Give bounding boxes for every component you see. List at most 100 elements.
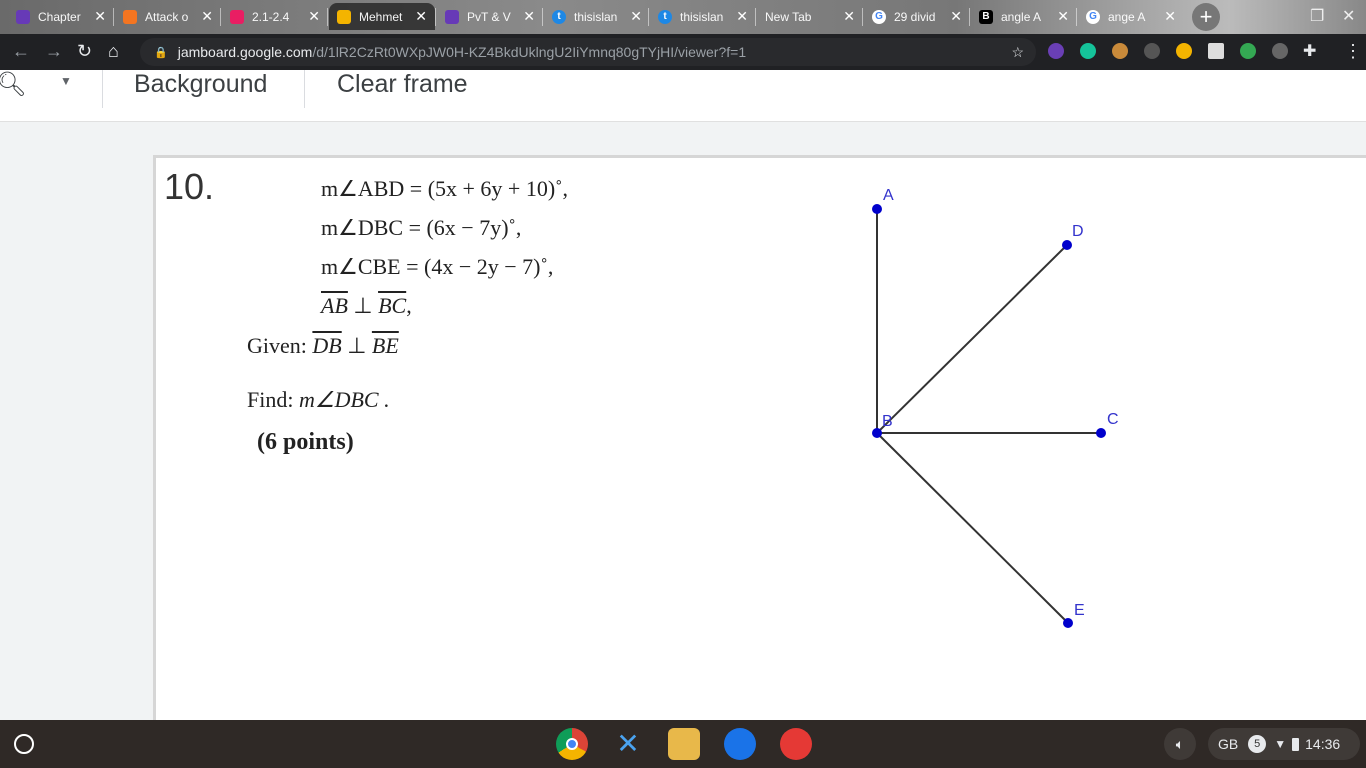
tab[interactable]: Gange A ✕ <box>1078 3 1184 30</box>
b-icon: B <box>979 9 993 24</box>
files-app-icon[interactable] <box>724 728 756 760</box>
google-icon: G <box>872 9 886 24</box>
tab[interactable]: Attack o ✕ <box>115 3 221 30</box>
extensions-puzzle-icon[interactable]: ✚ <box>1303 41 1316 61</box>
lock-icon: 🔒 <box>154 46 168 59</box>
tab[interactable]: G 29 divid ✕ <box>864 3 970 30</box>
tab-separator <box>542 8 543 26</box>
launcher-icon[interactable] <box>14 734 34 754</box>
keyboard-layout: GB <box>1218 736 1239 752</box>
close-window-icon[interactable]: ✕ <box>1342 6 1355 26</box>
close-tab-icon[interactable]: ✕ <box>523 8 535 25</box>
wifi-icon: ▼ <box>1274 737 1287 751</box>
tab-title: Chapter <box>38 9 81 24</box>
tab-separator <box>755 8 756 26</box>
jam-frame[interactable]: 10. m∠ABD = (5x + 6y + 10)˚, m∠DBC = (6x… <box>153 155 1366 720</box>
zoom-icon[interactable]: 🔍︎ <box>0 70 26 99</box>
classroom-icon <box>230 9 244 24</box>
clear-frame-button[interactable]: Clear frame <box>337 70 468 98</box>
thumbs-up-extension-icon[interactable] <box>1176 43 1192 59</box>
label-b: B <box>882 413 893 430</box>
game-app-icon[interactable] <box>668 728 700 760</box>
label-c: C <box>1107 411 1119 428</box>
close-tab-icon[interactable]: ✕ <box>415 8 427 25</box>
url-input[interactable]: 🔒 jamboard.google.com/d/1lR2CzRt0WXpJW0H… <box>140 38 1036 66</box>
tab[interactable]: Chapter ✕ <box>8 3 114 30</box>
tab-separator <box>113 8 114 26</box>
tab-separator <box>969 8 970 26</box>
close-tab-icon[interactable]: ✕ <box>843 8 855 25</box>
tab-title: Attack o <box>145 9 189 24</box>
tab[interactable]: New Tab ✕ <box>757 3 863 30</box>
menu-kebab-icon[interactable]: ⋮ <box>1344 41 1362 62</box>
crunchyroll-icon <box>123 9 137 24</box>
label-e: E <box>1074 602 1085 619</box>
label-a: A <box>883 187 894 204</box>
close-tab-icon[interactable]: ✕ <box>630 8 642 25</box>
tab[interactable]: 2.1-2.4 ✕ <box>222 3 328 30</box>
url-host: jamboard.google.com <box>177 44 313 60</box>
extension-icon[interactable] <box>1208 43 1224 59</box>
home-icon[interactable]: ⌂ <box>108 41 119 62</box>
segment-bd-line <box>876 244 1068 434</box>
divider <box>102 70 103 108</box>
close-tab-icon[interactable]: ✕ <box>1164 8 1176 25</box>
point-e <box>1063 618 1073 628</box>
point-b <box>872 428 882 438</box>
bookmark-star-icon[interactable]: ☆ <box>1011 44 1024 61</box>
tab[interactable]: PvT & V ✕ <box>437 3 543 30</box>
shield-extension-icon[interactable] <box>1240 43 1256 59</box>
tab[interactable]: t thisislan ✕ <box>650 3 756 30</box>
zoom-dropdown-icon[interactable]: ▼ <box>60 74 72 88</box>
close-tab-icon[interactable]: ✕ <box>94 8 106 25</box>
background-button[interactable]: Background <box>134 70 267 98</box>
tab-separator <box>435 8 436 26</box>
google-icon: G <box>1086 9 1100 24</box>
close-tab-icon[interactable]: ✕ <box>1057 8 1069 25</box>
tab-title: ange A <box>1108 9 1146 24</box>
extension-icon[interactable] <box>1272 43 1288 59</box>
forward-icon[interactable]: → <box>45 41 63 62</box>
angle-diagram: A D B C E <box>872 187 1119 628</box>
new-tab-button[interactable]: + <box>1192 3 1220 31</box>
close-tab-icon[interactable]: ✕ <box>308 8 320 25</box>
point-a <box>872 204 882 214</box>
tab[interactable]: Bangle A ✕ <box>971 3 1077 30</box>
extension-icon[interactable] <box>1144 43 1160 59</box>
tab[interactable]: t thisislan ✕ <box>544 3 650 30</box>
grammarly-icon[interactable] <box>1080 43 1096 59</box>
tab-title: thisislan <box>680 9 724 24</box>
reload-icon[interactable]: ↻ <box>77 41 92 62</box>
forms-icon <box>16 9 30 24</box>
gallery-app-icon[interactable] <box>780 728 812 760</box>
battery-icon <box>1292 737 1300 751</box>
close-tab-icon[interactable]: ✕ <box>950 8 962 25</box>
back-icon[interactable]: ← <box>12 41 30 62</box>
segment-be-line <box>876 432 1069 624</box>
label-d: D <box>1072 223 1084 240</box>
tab-separator <box>648 8 649 26</box>
address-bar-row: ← → ↻ ⌂ 🔒 jamboard.google.com/d/1lR2CzRt… <box>0 34 1366 70</box>
tab-separator <box>1076 8 1077 26</box>
tab-separator <box>862 8 863 26</box>
extension-owl-icon[interactable] <box>1112 43 1128 59</box>
close-tab-icon[interactable]: ✕ <box>736 8 748 25</box>
chrome-app-icon[interactable] <box>556 728 588 760</box>
t-icon: t <box>658 9 672 24</box>
tab-title: angle A <box>1001 9 1042 24</box>
jamboard-toolbar: 🔍︎ ▼ Background Clear frame <box>0 70 1366 122</box>
volume-icon[interactable]: 🔈︎ <box>1164 728 1196 760</box>
tab[interactable]: Mehmet ✕ <box>329 3 435 30</box>
tab-title: 2.1-2.4 <box>252 9 290 24</box>
tab-title: thisislan <box>574 9 618 24</box>
t-icon: t <box>552 9 566 24</box>
close-tab-icon[interactable]: ✕ <box>201 8 213 25</box>
extension-icon[interactable] <box>1048 43 1064 59</box>
tools-app-icon[interactable]: ✕ <box>612 728 644 760</box>
restore-window-icon[interactable]: ❐ <box>1310 6 1324 26</box>
status-tray[interactable]: GB 5 ▼ 14:36 <box>1208 728 1360 760</box>
divider <box>304 70 305 108</box>
tab-title: Mehmet <box>359 9 403 24</box>
clock: 14:36 <box>1305 736 1341 752</box>
point-c <box>1096 428 1106 438</box>
